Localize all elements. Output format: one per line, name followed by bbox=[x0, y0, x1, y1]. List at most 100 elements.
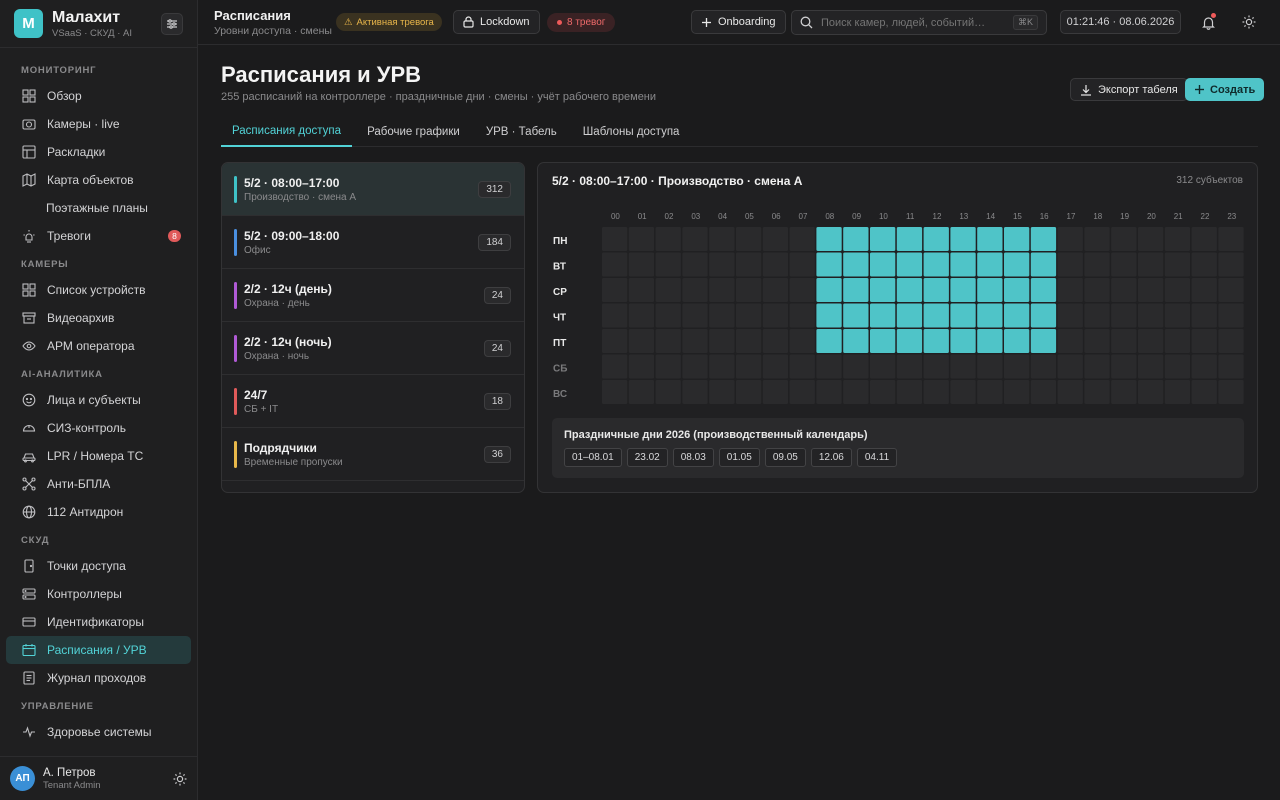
schedule-cell-active[interactable] bbox=[870, 303, 896, 328]
schedule-cell-active[interactable] bbox=[923, 329, 949, 353]
schedule-cell[interactable] bbox=[1138, 354, 1164, 379]
schedule-cell[interactable] bbox=[1218, 380, 1244, 404]
schedule-cell[interactable] bbox=[736, 329, 762, 353]
schedule-cell[interactable] bbox=[870, 380, 896, 404]
schedule-cell[interactable] bbox=[1004, 354, 1030, 379]
schedule-cell[interactable] bbox=[655, 227, 681, 251]
schedule-cell[interactable] bbox=[977, 354, 1003, 379]
global-search[interactable]: ⌘K bbox=[791, 10, 1047, 35]
schedule-cell[interactable] bbox=[1057, 227, 1083, 251]
schedule-cell-active[interactable] bbox=[843, 252, 869, 277]
schedule-cell[interactable] bbox=[682, 303, 708, 328]
schedule-cell-active[interactable] bbox=[1004, 329, 1030, 353]
schedule-cell[interactable] bbox=[1084, 380, 1110, 404]
holiday-chip[interactable]: 09.05 bbox=[764, 448, 806, 467]
schedule-cell-active[interactable] bbox=[896, 303, 923, 328]
schedule-cell-active[interactable] bbox=[843, 329, 869, 353]
schedule-cell[interactable] bbox=[709, 354, 735, 379]
schedule-row[interactable]: 2/2 · 12ч (день) Охрана · день 24 bbox=[222, 269, 524, 322]
schedule-cell[interactable] bbox=[1111, 303, 1137, 328]
schedule-cell[interactable] bbox=[816, 354, 842, 379]
schedule-cell-active[interactable] bbox=[923, 303, 949, 328]
tab[interactable]: УРВ · Табель bbox=[475, 117, 568, 147]
schedule-cell-active[interactable] bbox=[816, 278, 842, 302]
lockdown-button[interactable]: Lockdown bbox=[453, 10, 540, 34]
schedule-cell[interactable] bbox=[789, 278, 815, 302]
schedule-cell[interactable] bbox=[1111, 252, 1137, 277]
sidebar-item[interactable]: Список устройств bbox=[6, 276, 191, 304]
schedule-cell[interactable] bbox=[1057, 252, 1083, 277]
schedule-cell-active[interactable] bbox=[950, 303, 976, 328]
schedule-cell-active[interactable] bbox=[1030, 278, 1057, 302]
schedule-cell[interactable] bbox=[762, 380, 789, 404]
schedule-cell[interactable] bbox=[762, 252, 789, 277]
schedule-cell[interactable] bbox=[628, 303, 655, 328]
schedule-cell[interactable] bbox=[762, 354, 789, 379]
schedule-cell[interactable] bbox=[736, 354, 762, 379]
schedule-cell[interactable] bbox=[682, 252, 708, 277]
schedule-cell-active[interactable] bbox=[816, 329, 842, 353]
schedule-cell[interactable] bbox=[655, 329, 681, 353]
schedule-cell[interactable] bbox=[1191, 252, 1217, 277]
schedule-cell[interactable] bbox=[1057, 380, 1083, 404]
schedule-cell[interactable] bbox=[1164, 354, 1191, 379]
schedule-cell[interactable] bbox=[789, 252, 815, 277]
schedule-cell[interactable] bbox=[816, 380, 842, 404]
sidebar-item[interactable]: Расписания / УРВ bbox=[6, 636, 191, 664]
schedule-cell[interactable] bbox=[923, 380, 949, 404]
sidebar-item[interactable]: АРМ оператора bbox=[6, 332, 191, 360]
holiday-chip[interactable]: 01.05 bbox=[718, 448, 760, 467]
schedule-cell[interactable] bbox=[1030, 354, 1057, 379]
schedule-cell[interactable] bbox=[628, 329, 655, 353]
schedule-cell[interactable] bbox=[1138, 329, 1164, 353]
schedule-row[interactable]: 5/2 · 09:00–18:00 Офис 184 bbox=[222, 216, 524, 269]
schedule-cell[interactable] bbox=[789, 380, 815, 404]
schedule-cell-active[interactable] bbox=[843, 303, 869, 328]
holiday-chip[interactable]: 08.03 bbox=[672, 448, 714, 467]
sidebar-item[interactable]: Раскладки bbox=[6, 138, 191, 166]
schedule-cell-active[interactable] bbox=[896, 278, 923, 302]
weekly-schedule-grid[interactable]: 00 01 02 03 04 05 06 07 08 09 10 11 12 13 14 15 16 17 18 19… bbox=[548, 207, 1248, 407]
schedule-cell[interactable] bbox=[602, 252, 628, 277]
schedule-cell[interactable] bbox=[1057, 354, 1083, 379]
schedule-row[interactable]: 2/2 · 12ч (ночь) Охрана · ночь 24 bbox=[222, 322, 524, 375]
sidebar-item[interactable]: Журнал проходов bbox=[6, 664, 191, 692]
schedule-cell[interactable] bbox=[602, 329, 628, 353]
schedule-cell[interactable] bbox=[1164, 329, 1191, 353]
holiday-chip[interactable]: 23.02 bbox=[626, 448, 668, 467]
schedule-cell-active[interactable] bbox=[870, 278, 896, 302]
schedule-cell[interactable] bbox=[1218, 278, 1244, 302]
schedule-cell-active[interactable] bbox=[870, 252, 896, 277]
schedule-cell[interactable] bbox=[1111, 278, 1137, 302]
tab[interactable]: Расписания доступа bbox=[221, 117, 353, 147]
schedule-cell-active[interactable] bbox=[843, 227, 869, 251]
schedule-cell[interactable] bbox=[1218, 303, 1244, 328]
schedule-cell[interactable] bbox=[1057, 303, 1083, 328]
schedule-cell-active[interactable] bbox=[1030, 329, 1057, 353]
holiday-chip[interactable]: 12.06 bbox=[810, 448, 852, 467]
schedule-cell[interactable] bbox=[709, 303, 735, 328]
schedule-cell[interactable] bbox=[736, 252, 762, 277]
sidebar-item[interactable]: Анти-БПЛА bbox=[6, 470, 191, 498]
schedule-cell[interactable] bbox=[736, 380, 762, 404]
schedule-cell[interactable] bbox=[789, 303, 815, 328]
schedule-cell[interactable] bbox=[1191, 380, 1217, 404]
search-input[interactable] bbox=[821, 16, 1013, 29]
theme-sun-icon[interactable] bbox=[173, 772, 187, 786]
sidebar-item[interactable]: Лица и субъекты bbox=[6, 386, 191, 414]
schedule-cell[interactable] bbox=[762, 303, 789, 328]
schedule-cell[interactable] bbox=[1218, 354, 1244, 379]
schedule-cell-active[interactable] bbox=[843, 278, 869, 302]
sidebar-item[interactable]: 112 Антидрон bbox=[6, 498, 191, 526]
schedule-cell-active[interactable] bbox=[977, 329, 1003, 353]
schedule-cell[interactable] bbox=[736, 278, 762, 302]
schedule-cell-active[interactable] bbox=[923, 278, 949, 302]
schedule-cell-active[interactable] bbox=[923, 252, 949, 277]
schedule-cell[interactable] bbox=[870, 354, 896, 379]
schedule-cell[interactable] bbox=[1218, 252, 1244, 277]
sidebar-item[interactable]: Обзор bbox=[6, 82, 191, 110]
schedule-cell-active[interactable] bbox=[870, 329, 896, 353]
schedule-cell[interactable] bbox=[682, 380, 708, 404]
schedule-cell[interactable] bbox=[709, 278, 735, 302]
schedule-cell-active[interactable] bbox=[1030, 227, 1057, 251]
